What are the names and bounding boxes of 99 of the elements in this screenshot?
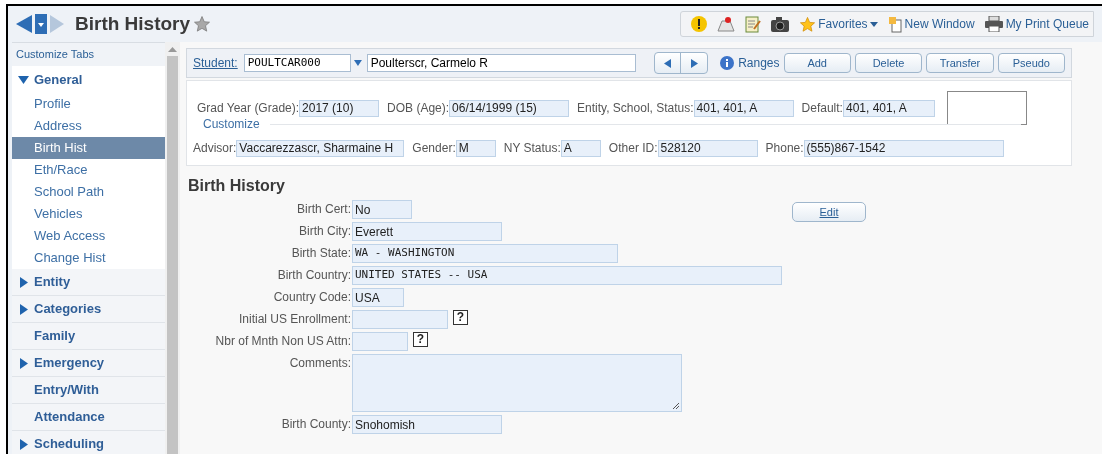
action-button[interactable]: Add	[783, 53, 851, 73]
input-field[interactable]: USA	[352, 288, 404, 307]
section-label: Entity	[34, 273, 71, 292]
value-field: 06/14/1999 (15)	[449, 99, 570, 117]
sidebar-item[interactable]: Web Access	[12, 225, 165, 247]
field-label: Grad Year (Grade):	[197, 100, 300, 117]
sidebar-item[interactable]: Birth Hist	[12, 137, 165, 159]
scrollbar[interactable]	[165, 42, 180, 454]
sidebar-section[interactable]: Entry/With	[12, 377, 165, 404]
field-label: Phone:	[765, 140, 804, 157]
field-label: Initial US Enrollment:	[237, 311, 352, 328]
sidebar-item[interactable]: Vehicles	[12, 203, 165, 225]
favorites-button[interactable]: Favorites	[799, 15, 878, 33]
section-label: Family	[34, 327, 76, 346]
notepad-icon[interactable]	[745, 15, 762, 33]
print-queue-button[interactable]: My Print Queue	[984, 15, 1089, 33]
section-label: Entry/With	[34, 381, 99, 400]
value-field: M	[455, 139, 496, 157]
input-field[interactable]	[352, 332, 408, 351]
sidebar-item[interactable]: School Path	[12, 181, 165, 203]
camera-icon[interactable]	[771, 16, 790, 32]
field-label: Default:	[801, 100, 843, 117]
value-field: A	[560, 139, 601, 157]
value-field: (555)867-1542	[803, 139, 1004, 157]
sidebar-section[interactable]: Entity	[12, 269, 165, 296]
ranges-button[interactable]: Ranges	[720, 54, 780, 72]
field-label: Nbr of Mnth Non US Attn:	[214, 333, 352, 350]
back-arrow-icon[interactable]	[16, 15, 32, 33]
student-id-field[interactable]: POULTCAR000	[243, 54, 351, 72]
action-button[interactable]: Pseudo	[997, 53, 1065, 73]
student-name-field[interactable]: Poulterscr, Carmelo R	[366, 54, 637, 72]
field-label: Country Code:	[272, 289, 352, 306]
sidebar-item[interactable]: Eth/Race	[12, 159, 165, 181]
value-field: 2017 (10)	[299, 99, 380, 117]
student-link[interactable]: Student:	[193, 54, 238, 72]
sidebar-header[interactable]: Customize Tabs	[12, 43, 165, 66]
caret-icon[interactable]	[352, 60, 363, 66]
info-icon	[720, 56, 735, 70]
sidebar-section[interactable]: Family	[12, 323, 165, 350]
alert-icon[interactable]	[691, 16, 708, 32]
field-label: Birth Cert:	[296, 201, 352, 218]
input-field[interactable]: No	[352, 200, 412, 219]
collapsed-triangle-icon	[19, 357, 28, 369]
field-label: DOB (Age):	[387, 100, 450, 117]
sidebar-section[interactable]: Categories	[12, 296, 165, 323]
action-button[interactable]: Delete	[854, 53, 923, 73]
pages-icon	[887, 15, 902, 33]
collapsed-triangle-icon	[19, 303, 28, 315]
value-field: 401, 401, A	[693, 99, 794, 117]
collapsed-triangle-icon	[19, 438, 28, 450]
input-field[interactable]: WA - WASHINGTON	[352, 244, 618, 263]
input-field[interactable]: Everett	[352, 222, 502, 241]
input-field[interactable]: UNITED STATES -- USA	[352, 266, 782, 285]
value-field: Vaccarezzascr, Sharmaine H	[236, 139, 405, 157]
field-label: Comments:	[288, 355, 352, 372]
customize-link[interactable]: Customize	[203, 115, 260, 133]
star-icon	[799, 15, 817, 33]
field-label: Birth State:	[290, 245, 352, 262]
section-label: General	[34, 70, 83, 89]
input-field[interactable]: Snohomish	[352, 415, 502, 434]
field-label: Birth County:	[280, 416, 352, 433]
caret-icon	[869, 21, 878, 27]
field-label: Gender:	[412, 140, 456, 157]
action-button[interactable]: Transfer	[926, 53, 994, 73]
section-title: Birth History	[188, 176, 286, 196]
help-button[interactable]: ?	[453, 310, 468, 325]
map-pin-icon[interactable]	[717, 16, 736, 32]
dropdown-icon[interactable]	[35, 14, 47, 34]
field-label: Birth City:	[298, 223, 352, 240]
sidebar-section[interactable]: Attendance	[12, 404, 165, 431]
field-label: Birth Country:	[276, 267, 352, 284]
edit-button[interactable]: Edit	[792, 202, 866, 222]
collapsed-triangle-icon	[19, 276, 28, 288]
value-field: 401, 401, A	[842, 99, 935, 117]
section-label: Attendance	[34, 408, 105, 427]
printer-icon	[984, 16, 1003, 32]
sidebar-section[interactable]: Scheduling	[12, 431, 165, 454]
field-label: Other ID:	[608, 140, 658, 157]
sidebar-item[interactable]: Address	[12, 115, 165, 137]
new-window-button[interactable]: New Window	[887, 15, 975, 33]
resize-grip-icon[interactable]	[672, 402, 680, 410]
field-label: NY Status:	[503, 140, 561, 157]
star-icon[interactable]	[193, 15, 212, 33]
field-label: Advisor:	[193, 140, 237, 157]
comments-field[interactable]	[352, 354, 682, 412]
expanded-triangle-icon	[18, 75, 29, 84]
right-arrow-icon	[690, 58, 698, 68]
field-label: Entity, School, Status:	[577, 100, 694, 117]
left-arrow-icon	[664, 58, 672, 68]
help-button[interactable]: ?	[413, 332, 428, 347]
section-label: Emergency	[34, 354, 105, 373]
sidebar-item[interactable]: Change Hist	[12, 247, 165, 269]
section-label: Scheduling	[34, 435, 105, 454]
input-field[interactable]	[352, 310, 448, 329]
window-title: Birth History	[75, 11, 191, 36]
section-label: Categories	[34, 300, 102, 319]
value-field: 528120	[657, 139, 758, 157]
sidebar-item[interactable]: Profile	[12, 93, 165, 115]
sidebar-section[interactable]: Emergency	[12, 350, 165, 377]
